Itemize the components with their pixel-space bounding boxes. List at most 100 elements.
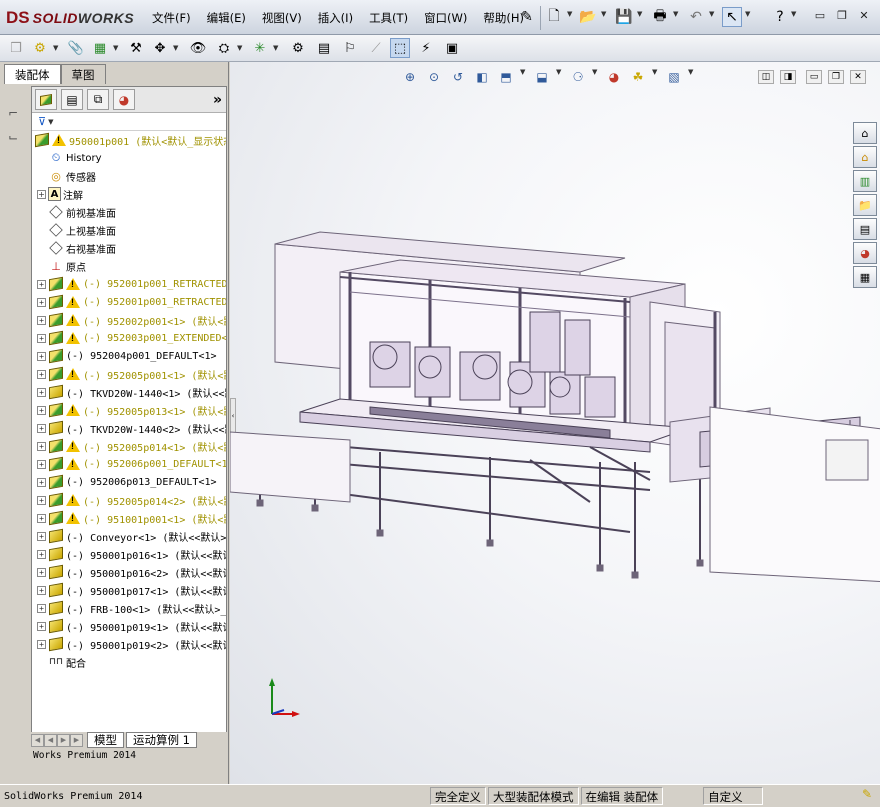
tree-item[interactable]: + (-) FRB-100<1> (默认<<默认>_显示状态 1>)	[32, 599, 226, 617]
expand-icon[interactable]: +	[37, 405, 46, 415]
expand-icon[interactable]: +	[37, 441, 46, 451]
expand-icon[interactable]: +	[37, 531, 46, 541]
tree-item[interactable]: ⊥ 原点	[32, 257, 226, 275]
tree-item[interactable]: + (-) 952001p001_RETRACTED<1>	[32, 275, 226, 293]
reference-geometry-icon[interactable]: ✳	[250, 38, 270, 58]
mate-icon[interactable]: 📎	[66, 38, 86, 58]
tree-filter[interactable]: ⊽ ▼	[32, 113, 226, 131]
expand-icon[interactable]: +	[37, 459, 46, 469]
expand-icon[interactable]: +	[37, 315, 46, 325]
minimize-icon[interactable]: ▭	[812, 9, 828, 23]
tree-item[interactable]: + (-) 950001p016<2> (默认<<默认>_显示状态 1>)	[32, 563, 226, 581]
tree-item[interactable]: + (-) 952005p001<1> (默认<默认_显示状态-1>)	[32, 365, 226, 383]
menu-window[interactable]: 窗口(W)	[416, 10, 475, 26]
new-motion-study-icon[interactable]: ⚙	[288, 38, 308, 58]
tree-item[interactable]: + (-) Conveyor<1> (默认<<默认>_显示状态 1>)	[32, 527, 226, 545]
undo-icon[interactable]: ↶	[686, 7, 706, 27]
tree-item[interactable]: + A 注解	[32, 185, 226, 203]
instant-3d-icon[interactable]: ⬚	[390, 38, 410, 58]
bill-of-materials-icon[interactable]: ▤	[314, 38, 334, 58]
appearances-icon[interactable]: ◕	[853, 242, 877, 264]
expand-icon[interactable]: +	[37, 621, 46, 631]
tree-item[interactable]: + (-) 952002p001<1> (默认<默认_显示状态-1>)	[32, 311, 226, 329]
tree-item[interactable]: 右视基准面	[32, 239, 226, 257]
new-part-icon[interactable]: ⚙	[30, 38, 50, 58]
expand-icon[interactable]: +	[37, 297, 46, 307]
restore-icon[interactable]: ❐	[834, 9, 850, 23]
chevron-down-icon[interactable]: ▼	[709, 10, 714, 18]
tree-item[interactable]: + (-) 950001p019<2> (默认<<默认>_显示状态 1>)	[32, 635, 226, 653]
tree-item[interactable]: + (-) 950001p019<1> (默认<<默认>_显示状态 1>)	[32, 617, 226, 635]
menu-view[interactable]: 视图(V)	[254, 10, 310, 26]
chevron-down-icon[interactable]: ▼	[673, 10, 678, 18]
units-selector[interactable]: 自定义	[703, 787, 764, 805]
tree-item[interactable]: + (-) 950001p017<1> (默认<<默认>_显示状态 1>)	[32, 581, 226, 599]
expand-icon[interactable]: +	[37, 477, 46, 487]
expand-icon[interactable]: +	[37, 639, 46, 649]
chevron-down-icon[interactable]: ▼	[173, 44, 178, 52]
chevron-down-icon[interactable]: ▼	[48, 118, 53, 126]
menu-edit[interactable]: 编辑(E)	[199, 10, 254, 26]
move-component-icon[interactable]: ✥	[150, 38, 170, 58]
display-manager-tab-icon[interactable]: ◕	[113, 89, 135, 110]
expand-icon[interactable]: +	[37, 189, 46, 199]
tab-sketch[interactable]: 草图	[60, 64, 106, 84]
tree-item[interactable]: 上视基准面	[32, 221, 226, 239]
view-palette-icon[interactable]: ▤	[853, 218, 877, 240]
expand-icon[interactable]: +	[37, 549, 46, 559]
expand-icon[interactable]: +	[37, 423, 46, 433]
property-manager-tab-icon[interactable]: ▤	[61, 89, 83, 110]
save-icon[interactable]: 💾	[614, 7, 634, 27]
tree-item[interactable]: + (-) 952001p001_RETRACTED<2>	[32, 293, 226, 311]
next-icon[interactable]: ▶	[57, 733, 70, 747]
explode-line-sketch-icon[interactable]: ⟋	[366, 38, 386, 58]
expand-icon[interactable]: +	[37, 333, 46, 343]
expand-icon[interactable]: +	[37, 603, 46, 613]
design-library-icon[interactable]: ▥	[853, 170, 877, 192]
tree-item[interactable]: ◎ 传感器	[32, 167, 226, 185]
home-icon[interactable]: ⌂	[853, 146, 877, 168]
speedpak-icon[interactable]: ▣	[442, 38, 462, 58]
tree-item[interactable]: + (-) 952005p014<2> (默认<默认_显示状态-1>)	[32, 491, 226, 509]
tree-item[interactable]: + (-) 952006p013_DEFAULT<1>	[32, 473, 226, 491]
configuration-manager-tab-icon[interactable]: ⧉	[87, 89, 109, 110]
prev-icon[interactable]: ◀	[44, 733, 57, 747]
tab-model[interactable]: 模型	[87, 732, 124, 748]
tree-item[interactable]: + (-) 952003p001_EXTENDED<1>	[32, 329, 226, 347]
tree-item[interactable]: + (-) TKVD20W-1440<2> (默认<<默认>_显示状态 1>)	[32, 419, 226, 437]
first-icon[interactable]: ◀	[31, 733, 44, 747]
tree-item[interactable]: + (-) TKVD20W-1440<1> (默认<<默认>_显示状态 1>)	[32, 383, 226, 401]
expand-icon[interactable]: +	[37, 279, 46, 289]
solidworks-resources-icon[interactable]: ⌂	[853, 122, 877, 144]
expand-icon[interactable]: +	[37, 495, 46, 505]
graphics-area[interactable]: ‹ ⊕ ⊙ ↺ ◧ ⬒ ▼ ⬓ ▼ ⚆ ▼ ◕ ☘ ▼ ▧ ▼ ◫ ◨ ▭ ❐ ✕	[230, 62, 880, 784]
smart-fasteners-icon[interactable]: ⚒	[126, 38, 146, 58]
assembly-model-view[interactable]	[230, 62, 880, 784]
expand-icon[interactable]: +	[37, 585, 46, 595]
chevron-down-icon[interactable]: ▼	[113, 44, 118, 52]
expand-icon[interactable]: +	[37, 351, 46, 361]
step-icon[interactable]: ⌙	[8, 130, 24, 146]
tree-item[interactable]: + (-) 952006p001_DEFAULT<1>	[32, 455, 226, 473]
tree-item[interactable]: + (-) 952005p013<1> (默认<默认_显示状态-1>)	[32, 401, 226, 419]
tab-motion-study[interactable]: 运动算例 1	[126, 732, 197, 748]
show-hidden-icon[interactable]: 👁	[188, 38, 208, 58]
large-assembly-mode-icon[interactable]: ⚡	[416, 38, 436, 58]
file-explorer-icon[interactable]: 📁	[853, 194, 877, 216]
pin-icon[interactable]: ✎	[517, 7, 537, 27]
expand-icon[interactable]: +	[37, 567, 46, 577]
expand-icon[interactable]: +	[37, 513, 46, 523]
tree-item[interactable]: ⏲ History	[32, 149, 226, 167]
custom-properties-icon[interactable]: ▦	[853, 266, 877, 288]
filter-icon[interactable]: ⊽	[38, 115, 46, 128]
new-document-icon[interactable]: 🗋	[544, 7, 564, 27]
tree-item[interactable]: ⊓⊓ 配合	[32, 653, 226, 671]
assembly-features-icon[interactable]: ⛭	[214, 38, 234, 58]
expand-icon[interactable]: +	[37, 369, 46, 379]
more-tabs-icon[interactable]: »	[213, 92, 222, 108]
chevron-down-icon[interactable]: ▼	[791, 10, 796, 18]
expand-icon[interactable]: +	[37, 387, 46, 397]
linear-pattern-icon[interactable]: ▦	[90, 38, 110, 58]
open-folder-icon[interactable]: 📂	[578, 7, 598, 27]
tree-item[interactable]: + (-) 951001p001<1> (默认<默认_显示状态-1>)	[32, 509, 226, 527]
